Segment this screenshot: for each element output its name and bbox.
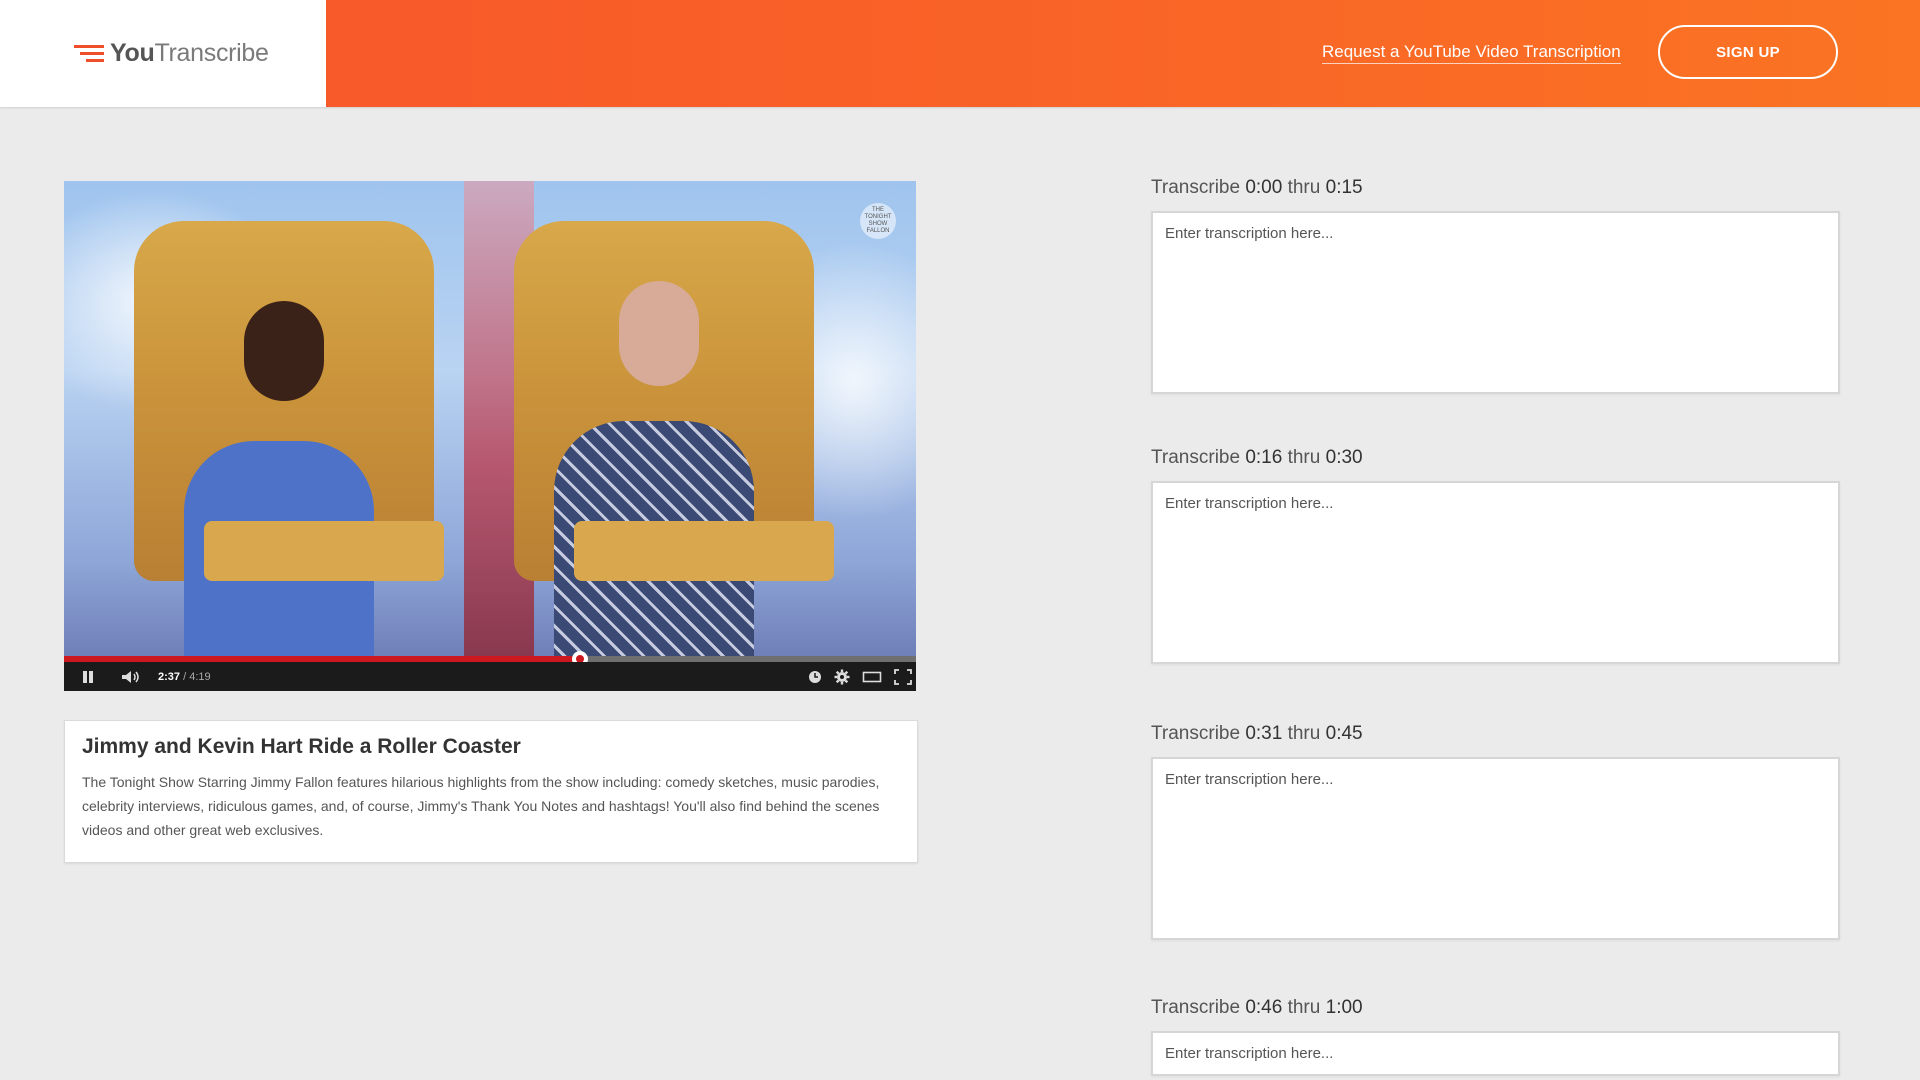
- segment-prefix: Transcribe: [1151, 177, 1246, 198]
- transcription-textarea[interactable]: [1151, 481, 1840, 664]
- transcription-textarea[interactable]: [1151, 757, 1840, 940]
- segment-start-time: 0:31: [1245, 723, 1283, 744]
- channel-watermark-icon: THE TONIGHT SHOW FALLON: [860, 203, 896, 239]
- watch-later-icon[interactable]: [808, 670, 822, 684]
- transcription-textarea[interactable]: [1151, 1031, 1840, 1076]
- segment-label: Transcribe 0:46 thru 1:00: [1151, 997, 1840, 1019]
- segment-start-time: 0:46: [1245, 997, 1283, 1018]
- logo-lines-icon: [74, 44, 104, 62]
- video-description: The Tonight Show Starring Jimmy Fallon f…: [82, 774, 880, 838]
- segment-thru: thru: [1282, 723, 1326, 744]
- segment-thru: thru: [1282, 447, 1326, 468]
- top-header: YouTranscribe Request a YouTube Video Tr…: [0, 0, 1920, 107]
- rider-left-head: [244, 301, 324, 401]
- rider-right-head: [619, 281, 699, 386]
- segment-label: Transcribe 0:31 thru 0:45: [1151, 723, 1840, 745]
- segment-end-time: 0:45: [1325, 723, 1363, 744]
- player-right-controls: [808, 668, 912, 685]
- time-display: 2:37 / 4:19: [158, 671, 211, 683]
- segment-prefix: Transcribe: [1151, 723, 1246, 744]
- transcribe-segment: Transcribe 0:00 thru 0:15: [1151, 177, 1840, 394]
- segment-end-time: 0:30: [1325, 447, 1363, 468]
- logo-text: YouTranscribe: [110, 39, 269, 68]
- segment-prefix: Transcribe: [1151, 997, 1246, 1018]
- video-frame-image[interactable]: THE TONIGHT SHOW FALLON: [64, 181, 916, 656]
- settings-gear-icon[interactable]: [834, 669, 850, 685]
- logo[interactable]: YouTranscribe: [0, 0, 326, 107]
- time-current: 2:37: [158, 670, 181, 683]
- transcription-textarea[interactable]: [1151, 211, 1840, 394]
- transcribe-segment: Transcribe 0:31 thru 0:45: [1151, 723, 1840, 940]
- segment-start-time: 0:00: [1245, 177, 1283, 198]
- theater-mode-icon[interactable]: [862, 670, 882, 684]
- segment-label: Transcribe 0:16 thru 0:30: [1151, 447, 1840, 469]
- pause-icon[interactable]: [80, 669, 96, 685]
- lap-bar-right: [574, 521, 834, 581]
- video-title: Jimmy and Kevin Hart Ride a Roller Coast…: [82, 735, 521, 758]
- segment-label: Transcribe 0:00 thru 0:15: [1151, 177, 1840, 199]
- fullscreen-icon[interactable]: [894, 668, 912, 685]
- segment-end-time: 0:15: [1325, 177, 1363, 198]
- segment-thru: thru: [1282, 997, 1326, 1018]
- video-info-card: Jimmy and Kevin Hart Ride a Roller Coast…: [64, 720, 918, 863]
- transcribe-segment: Transcribe 0:46 thru 1:00: [1151, 997, 1840, 1076]
- segment-end-time: 1:00: [1325, 997, 1363, 1018]
- signup-button[interactable]: SIGN UP: [1658, 25, 1838, 79]
- logo-transcribe-text: Transcribe: [154, 39, 269, 67]
- lap-bar-left: [204, 521, 444, 581]
- logo-you-text: You: [110, 39, 155, 67]
- player-controls: 2:37 / 4:19: [64, 662, 916, 691]
- transcribe-segment: Transcribe 0:16 thru 0:30: [1151, 447, 1840, 664]
- request-transcription-link[interactable]: Request a YouTube Video Transcription: [1322, 42, 1621, 64]
- time-separator: /: [180, 670, 190, 683]
- segment-start-time: 0:16: [1245, 447, 1283, 468]
- video-player[interactable]: THE TONIGHT SHOW FALLON 2:37 / 4:19: [64, 181, 916, 691]
- segment-prefix: Transcribe: [1151, 447, 1246, 468]
- segment-thru: thru: [1282, 177, 1326, 198]
- time-total: 4:19: [189, 670, 211, 683]
- volume-icon[interactable]: [120, 669, 142, 685]
